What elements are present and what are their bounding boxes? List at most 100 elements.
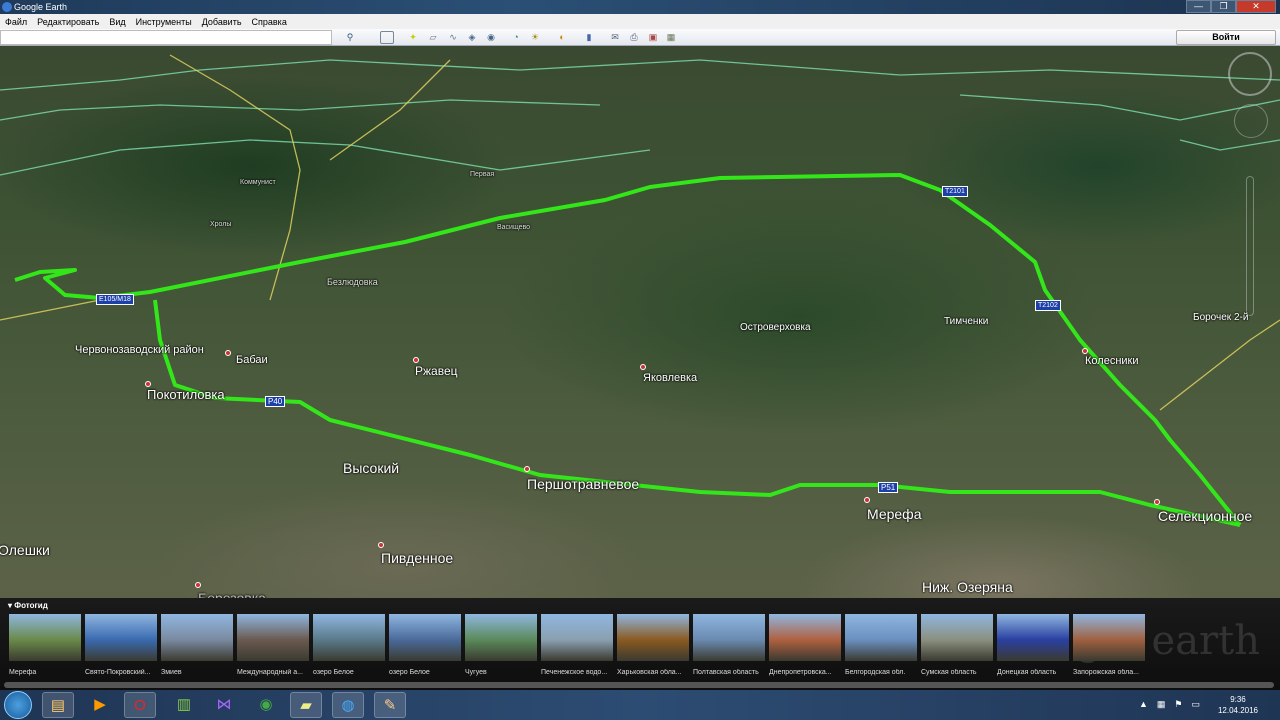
- photo-thumbnail[interactable]: [1073, 614, 1145, 661]
- photo-thumbnail[interactable]: [85, 614, 157, 661]
- photo-caption[interactable]: Международный а...: [237, 669, 311, 676]
- sticky-notes-icon[interactable]: ▰: [290, 692, 322, 718]
- menu-bar: Файл Редактировать Вид Инструменты Добав…: [0, 14, 1280, 29]
- road-shield: Е105/М18: [96, 294, 134, 305]
- photo-thumbnail[interactable]: [389, 614, 461, 661]
- planets-icon[interactable]: ◐: [555, 31, 569, 44]
- polygon-icon[interactable]: ▱: [426, 31, 440, 44]
- view-in-maps-icon[interactable]: ▦: [664, 31, 678, 44]
- photo-caption[interactable]: Печенежское водо...: [541, 669, 615, 676]
- map-overlay: [0, 54, 1280, 527]
- place-label: Першотравневое: [527, 476, 640, 492]
- place-label: Яковлевка: [643, 372, 698, 384]
- menu-edit[interactable]: Редактировать: [37, 17, 99, 27]
- ruler-icon[interactable]: ▮: [582, 31, 596, 44]
- photo-caption[interactable]: Сумская область: [921, 669, 995, 676]
- photo-caption[interactable]: Полтавская область: [693, 669, 767, 676]
- photo-thumbnail[interactable]: [921, 614, 993, 661]
- sidebar-toggle-icon[interactable]: [380, 31, 394, 44]
- clock-time: 9:36: [1230, 695, 1246, 704]
- image-overlay-icon[interactable]: ◈: [465, 31, 479, 44]
- start-button[interactable]: [4, 691, 32, 719]
- photo-thumbnail[interactable]: [465, 614, 537, 661]
- menu-tools[interactable]: Инструменты: [136, 17, 192, 27]
- photo-caption[interactable]: Змиев: [161, 669, 235, 676]
- photo-caption[interactable]: Белгородская обл.: [845, 669, 919, 676]
- road-shield: Т2101: [942, 186, 968, 197]
- photo-guide-header[interactable]: ▾ Фотогид: [8, 601, 48, 610]
- place-label: Покотиловка: [147, 387, 225, 402]
- photo-caption[interactable]: Харьковская обла...: [617, 669, 691, 676]
- search-icon[interactable]: ⚲: [343, 31, 357, 44]
- tray-expand-icon[interactable]: ▲: [1139, 699, 1148, 710]
- photo-caption[interactable]: Днепропетровска...: [769, 669, 843, 676]
- photo-thumbnail[interactable]: [541, 614, 613, 661]
- save-image-icon[interactable]: ▣: [646, 31, 660, 44]
- menu-add[interactable]: Добавить: [202, 17, 242, 27]
- historical-imagery-icon[interactable]: ◔: [509, 31, 523, 44]
- place-marker: [413, 357, 419, 363]
- photo-thumbnail[interactable]: [9, 614, 81, 661]
- sunlight-icon[interactable]: ☀: [528, 31, 542, 44]
- path-icon[interactable]: ∿: [446, 31, 460, 44]
- network-icon[interactable]: ▭: [1191, 699, 1200, 710]
- title-bar: Google Earth — ❐ ✕: [0, 0, 1280, 14]
- photo-caption[interactable]: Мерефа: [9, 669, 83, 676]
- login-button[interactable]: Войти: [1176, 30, 1276, 45]
- place-marker: [225, 350, 231, 356]
- photo-scrollbar[interactable]: [4, 682, 1274, 688]
- place-marker: [195, 582, 201, 588]
- menu-file[interactable]: Файл: [5, 17, 27, 27]
- place-marker: [1082, 348, 1088, 354]
- place-marker: [524, 466, 530, 472]
- language-flag-icon[interactable]: ▦: [1157, 699, 1166, 710]
- borders: [0, 59, 1280, 176]
- explorer-icon[interactable]: ▤: [42, 692, 74, 718]
- look-control[interactable]: [1234, 104, 1268, 138]
- place-label: Безлюдовка: [327, 277, 378, 287]
- photo-thumbnail[interactable]: [161, 614, 233, 661]
- clock[interactable]: 9:36 12.04.2016: [1218, 694, 1258, 716]
- email-icon[interactable]: ✉: [608, 31, 622, 44]
- placemark-icon[interactable]: ✦: [406, 31, 420, 44]
- zoom-slider[interactable]: [1246, 176, 1254, 316]
- photo-caption[interactable]: Донецкая область: [997, 669, 1071, 676]
- photo-thumbnail[interactable]: [313, 614, 385, 661]
- photo-caption[interactable]: озеро Белое: [389, 669, 463, 676]
- photo-caption[interactable]: озеро Белое: [313, 669, 387, 676]
- place-label: Березовка: [198, 590, 266, 598]
- menu-view[interactable]: Вид: [109, 17, 125, 27]
- action-center-flag-icon[interactable]: ⚑: [1174, 699, 1182, 710]
- photo-thumbnail[interactable]: [617, 614, 689, 661]
- photo-caption[interactable]: Чугуев: [465, 669, 539, 676]
- print-icon[interactable]: ⎙: [627, 31, 641, 44]
- photo-thumbnail[interactable]: [769, 614, 841, 661]
- photo-thumbnail[interactable]: [693, 614, 765, 661]
- app-icon[interactable]: ▥: [168, 692, 200, 718]
- photo-thumbnail[interactable]: [997, 614, 1069, 661]
- place-label: Хролы: [210, 221, 232, 228]
- visual-studio-icon[interactable]: ⋈: [208, 692, 240, 718]
- maximize-button[interactable]: ❐: [1211, 0, 1236, 13]
- photo-caption[interactable]: Свято-Покровский...: [85, 669, 159, 676]
- place-label: Васищево: [497, 224, 531, 231]
- navigation-compass[interactable]: [1228, 52, 1272, 96]
- record-tour-icon[interactable]: ◉: [484, 31, 498, 44]
- place-label: Первая: [470, 171, 495, 178]
- media-player-icon[interactable]: ▶: [84, 692, 116, 718]
- menu-help[interactable]: Справка: [252, 17, 287, 27]
- map-view[interactable]: Червонозаводский район Бабаи Безлюдовка …: [0, 46, 1280, 598]
- photo-thumbnail[interactable]: [237, 614, 309, 661]
- google-earth-taskbar-icon[interactable]: ◍: [332, 692, 364, 718]
- close-button[interactable]: ✕: [1236, 0, 1276, 13]
- place-label: Червонозаводский район: [75, 344, 204, 356]
- paint-icon[interactable]: ✎: [374, 692, 406, 718]
- toolbar: ⚲ ✦ ▱ ∿ ◈ ◉ ◔ ☀ ◐ ▮ ✉ ⎙ ▣ ▦ Войти: [0, 29, 1280, 46]
- opera-icon[interactable]: O: [124, 692, 156, 718]
- taskbar: ▤ ▶ O ▥ ⋈ ◉ ▰ ◍ ✎ ▲ ▦ ⚑ ▭ 9:36 12.04.201…: [0, 690, 1280, 720]
- photo-thumbnail[interactable]: [845, 614, 917, 661]
- photo-caption[interactable]: Запорожская обла...: [1073, 669, 1147, 676]
- chrome-icon[interactable]: ◉: [250, 692, 282, 718]
- minimize-button[interactable]: —: [1186, 0, 1211, 13]
- search-input[interactable]: [0, 30, 332, 45]
